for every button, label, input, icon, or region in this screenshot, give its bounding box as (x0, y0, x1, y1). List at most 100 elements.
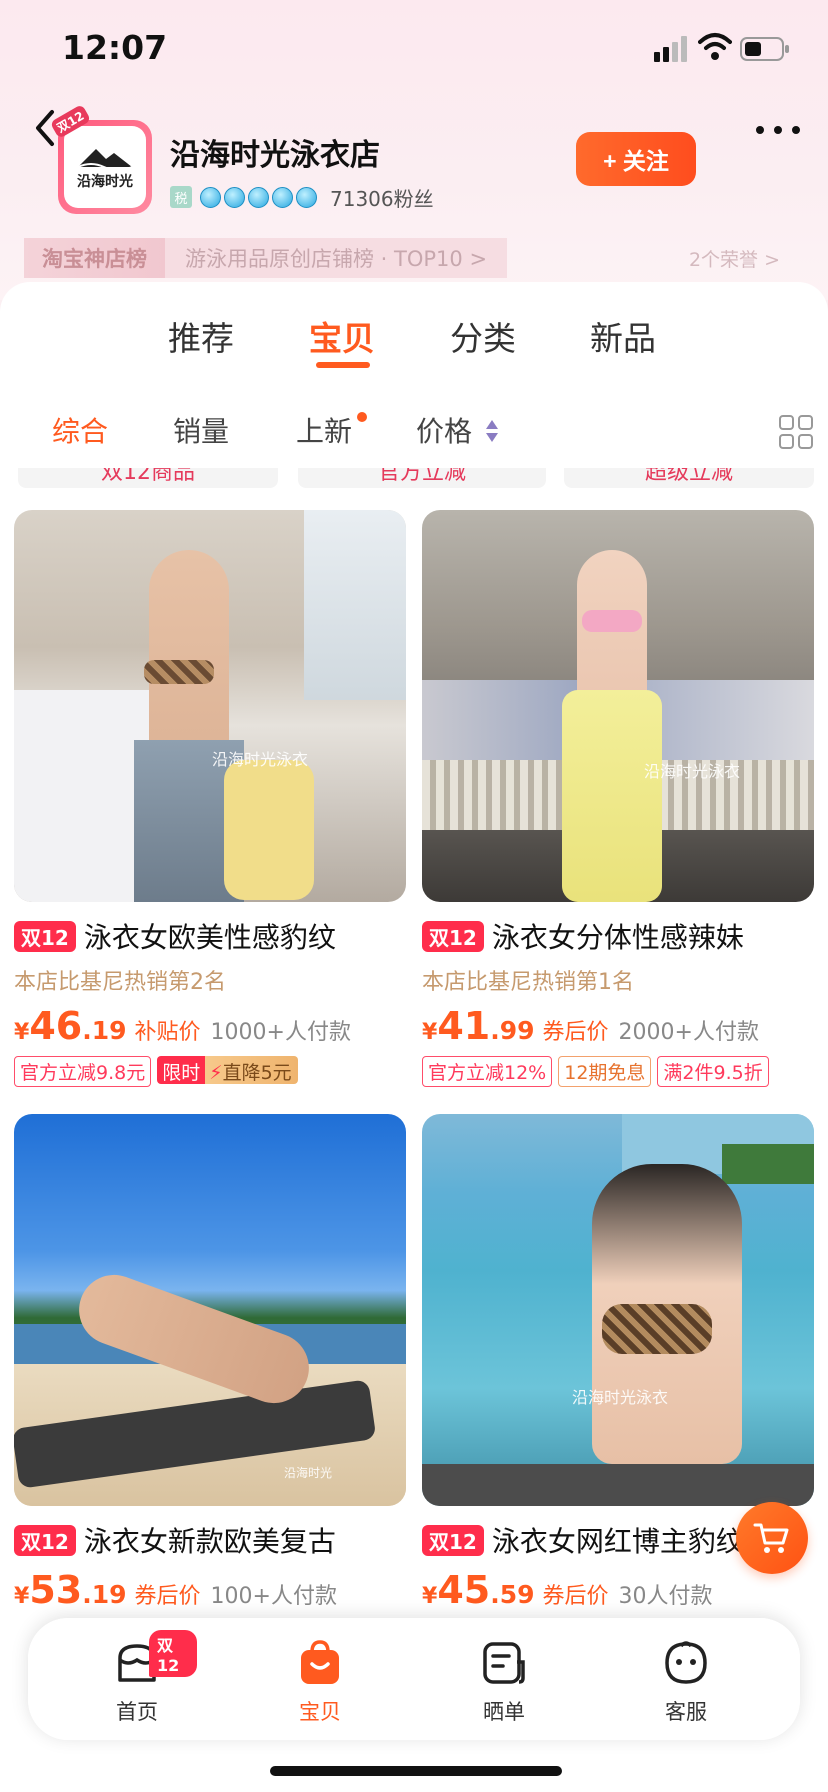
cart-icon (753, 1523, 789, 1553)
product-title: 泳衣女新款欧美复古 (83, 1525, 336, 1558)
price-decimal: .19 (82, 1016, 127, 1045)
product-image[interactable]: 沿海时光泳衣 (14, 510, 406, 902)
image-watermark: 沿海时光泳衣 (644, 762, 741, 781)
crown-level-icon (200, 186, 221, 208)
lightning-icon: ⚡ (209, 1062, 223, 1084)
price-sort-arrows-icon (486, 420, 498, 442)
bag-icon (301, 1640, 339, 1684)
sold-count: 100+人付款 (210, 1584, 337, 1609)
promo-filter-pill[interactable]: 官方立减 (298, 468, 546, 488)
sort-sales[interactable]: 销量 (173, 410, 229, 450)
rank-text: 游泳用品原创店铺榜 · TOP10 > (165, 238, 508, 278)
promo-filter-pill[interactable]: 双12商品 (18, 468, 278, 488)
product-title: 泳衣女欧美性感豹纹 (83, 921, 336, 954)
sold-count: 2000+人付款 (618, 1020, 759, 1045)
tab-new[interactable]: 新品 (590, 312, 656, 360)
bundle-discount-chip: 满2件9.5折 (657, 1056, 769, 1087)
price-integer: 46 (29, 1004, 83, 1048)
crown-level-icon (248, 186, 269, 208)
price-label: 补贴价 (134, 1020, 201, 1045)
price-row: ¥ 41 .99 券后价 2000+人付款 (422, 1004, 814, 1048)
promo-filter-strip: 双12商品 官方立减 超级立减 (0, 468, 828, 494)
shop-rank-banner[interactable]: 淘宝神店榜 游泳用品原创店铺榜 · TOP10 > 2个荣誉 > (24, 238, 804, 278)
festival-tag: 双12 (422, 920, 484, 952)
currency-symbol: ¥ (14, 1020, 30, 1045)
product-image[interactable]: 沿海时光 (14, 1114, 406, 1506)
product-title: 泳衣女网红博主豹纹 (491, 1525, 744, 1558)
price-integer: 53 (29, 1568, 83, 1612)
price-integer: 41 (437, 1004, 491, 1048)
image-watermark: 沿海时光 (284, 1466, 333, 1480)
tab-recommend[interactable]: 推荐 (168, 312, 234, 360)
new-indicator-dot (357, 412, 367, 422)
sold-count: 30人付款 (618, 1584, 713, 1609)
nav-items[interactable]: 宝贝 (260, 1638, 380, 1726)
discount-chip: 官方立减12% (422, 1056, 553, 1087)
nav-items-label: 宝贝 (299, 1700, 341, 1724)
flash-sale-chip: 限时 ⚡直降5元 (157, 1056, 298, 1084)
product-title: 泳衣女分体性感辣妹 (491, 921, 744, 954)
price-decimal: .19 (82, 1580, 127, 1609)
fan-count: 71306粉丝 (330, 186, 434, 211)
home-indicator (270, 1766, 562, 1776)
price-row: ¥ 45 .59 券后价 30人付款 (422, 1568, 814, 1612)
price-row: ¥ 46 .19 补贴价 1000+人付款 (14, 1004, 406, 1048)
price-decimal: .59 (490, 1580, 535, 1609)
price-integer: 45 (437, 1568, 491, 1612)
nav-reviews[interactable]: 晒单 (444, 1638, 564, 1726)
product-card[interactable]: 沿海时光 双12 泳衣女新款欧美复古 ¥ 53 .19 券后价 100+人付款 (14, 1114, 406, 1612)
shop-meta: 税 71306粉丝 (170, 182, 434, 212)
tab-items[interactable]: 宝贝 (309, 312, 375, 360)
image-watermark: 沿海时光泳衣 (572, 1388, 669, 1407)
product-card[interactable]: 沿海时光泳衣 双12 泳衣女欧美性感豹纹 本店比基尼热销第2名 ¥ 46 .19… (14, 510, 406, 1087)
currency-symbol: ¥ (422, 1020, 438, 1045)
bottom-navigation: 首页 双12 宝贝 晒单 客服 (28, 1618, 800, 1740)
battery-icon (740, 37, 789, 61)
wifi-icon (698, 33, 732, 60)
product-image[interactable]: 沿海时光泳衣 (422, 510, 814, 902)
sold-count: 1000+人付款 (210, 1020, 351, 1045)
product-card[interactable]: 沿海时光泳衣 双12 泳衣女分体性感辣妹 本店比基尼热销第1名 ¥ 41 .99… (422, 510, 814, 1087)
status-bar: 12:07 (0, 0, 828, 100)
price-label: 券后价 (542, 1584, 609, 1609)
honor-link[interactable]: 2个荣誉 > (689, 238, 780, 278)
nav-home[interactable]: 首页 双12 (77, 1630, 197, 1726)
tab-active-indicator (316, 362, 370, 368)
service-icon (665, 1641, 707, 1684)
more-options-icon[interactable] (756, 120, 800, 140)
follow-button[interactable]: + 关注 (576, 132, 696, 186)
price-label: 券后价 (542, 1020, 609, 1045)
discount-chip: 官方立减9.8元 (14, 1056, 152, 1087)
sort-price[interactable]: 价格 (416, 410, 472, 450)
shop-logo-text: 沿海时光 (77, 174, 133, 190)
product-rank: 本店比基尼热销第1名 (422, 970, 634, 995)
nav-service-label: 客服 (665, 1700, 707, 1724)
tab-category[interactable]: 分类 (450, 312, 516, 360)
crown-level-icon (272, 186, 293, 208)
grid-view-icon[interactable] (778, 414, 814, 450)
shop-logo[interactable]: 沿海时光 (58, 120, 152, 214)
festival-tag: 双12 (14, 920, 76, 952)
tax-icon: 税 (170, 186, 192, 208)
cellular-signal-icon (654, 36, 687, 62)
sort-newest[interactable]: 上新 (296, 410, 352, 450)
promo-filter-pill[interactable]: 超级立减 (564, 468, 814, 488)
price-label: 券后价 (134, 1584, 201, 1609)
product-rank: 本店比基尼热销第2名 (14, 970, 226, 995)
flash-sale-value: ⚡直降5元 (205, 1056, 298, 1084)
image-watermark: 沿海时光泳衣 (212, 750, 309, 769)
installment-chip: 12期免息 (558, 1056, 652, 1087)
crown-level-icon (296, 186, 317, 208)
flash-sale-label: 限时 (157, 1056, 206, 1084)
festival-tag: 双12 (14, 1524, 76, 1556)
currency-symbol: ¥ (14, 1584, 30, 1609)
rank-tag: 淘宝神店榜 (24, 238, 165, 278)
sort-default[interactable]: 综合 (52, 410, 108, 450)
review-icon (483, 1642, 525, 1684)
product-image[interactable]: 沿海时光泳衣 (422, 1114, 814, 1506)
nav-customer-service[interactable]: 客服 (626, 1638, 746, 1726)
price-row: ¥ 53 .19 券后价 100+人付款 (14, 1568, 406, 1612)
status-time: 12:07 (62, 28, 168, 67)
cart-button[interactable] (736, 1502, 808, 1574)
nav-reviews-label: 晒单 (483, 1700, 525, 1724)
